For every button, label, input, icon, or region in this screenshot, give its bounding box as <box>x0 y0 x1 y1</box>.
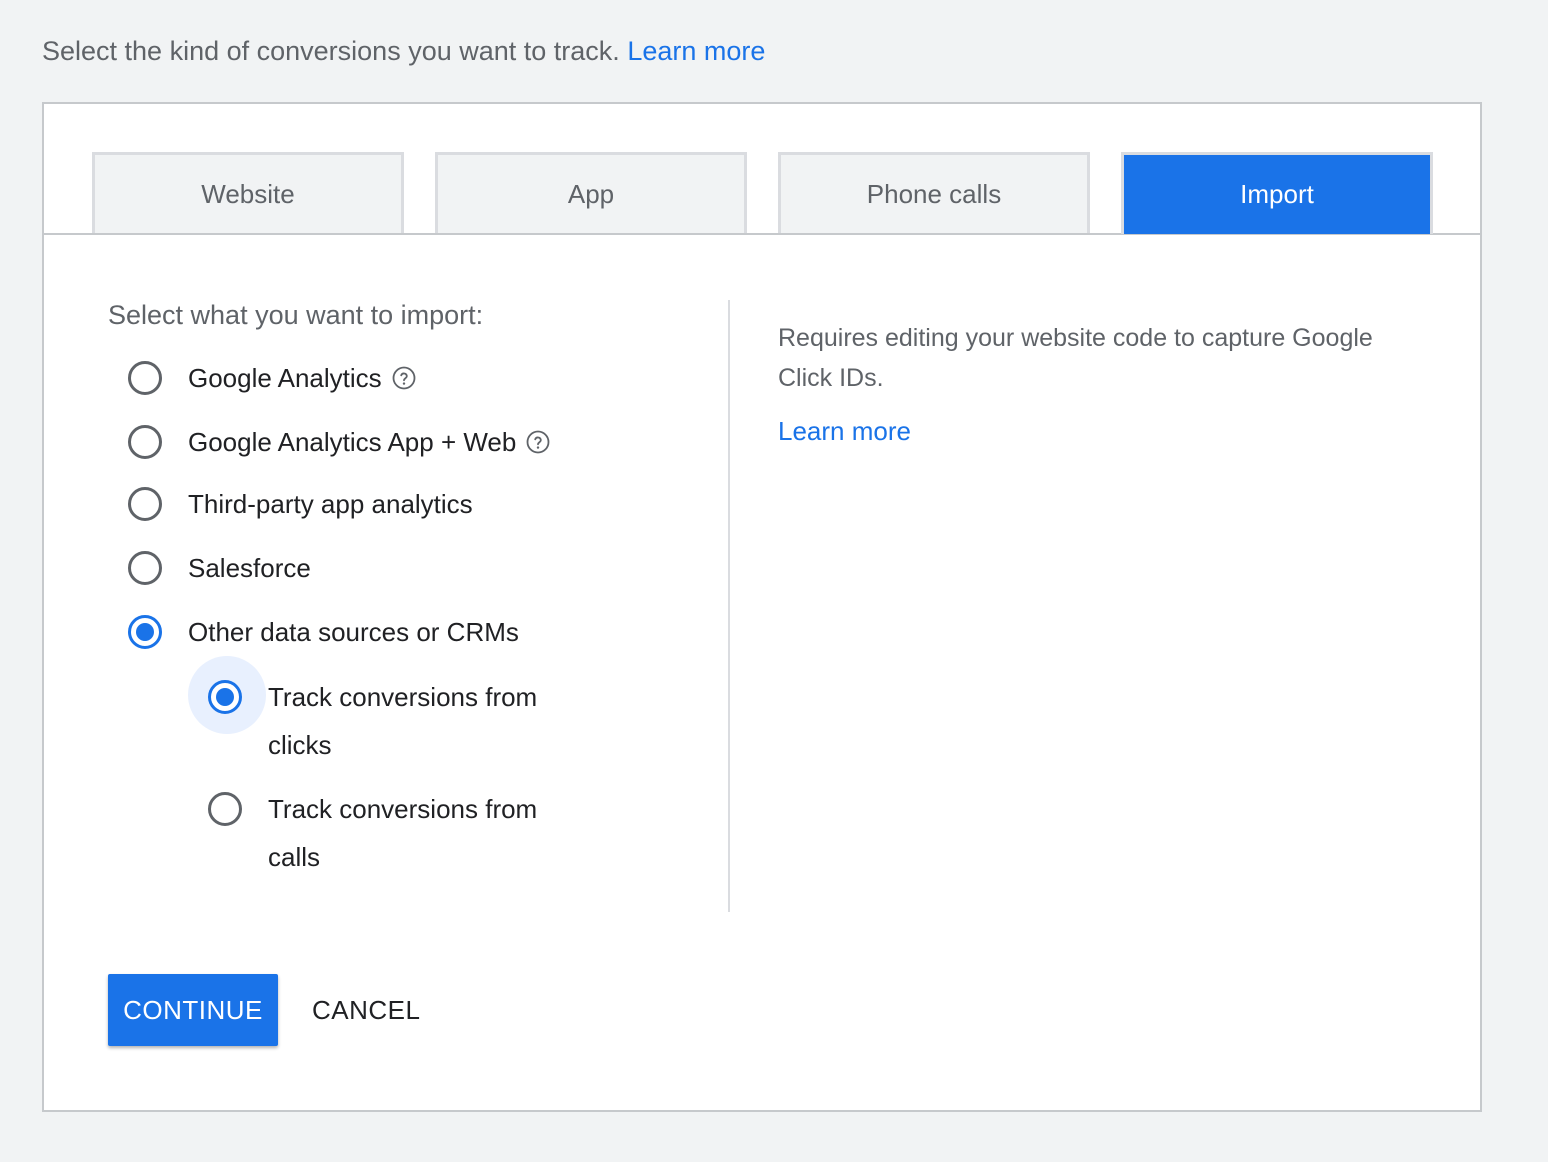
tab-import[interactable]: Import <box>1121 152 1433 234</box>
learn-more-link[interactable]: Learn more <box>627 36 765 66</box>
option-label: Third-party app analytics <box>188 488 473 519</box>
help-circle-icon[interactable] <box>392 366 416 390</box>
column-divider <box>728 300 730 912</box>
description-learn-more-link[interactable]: Learn more <box>778 416 911 447</box>
continue-button[interactable]: CONTINUE <box>108 974 278 1046</box>
radio-unchecked-icon[interactable] <box>128 487 162 521</box>
import-prompt: Select what you want to import: <box>108 300 484 330</box>
help-circle-icon[interactable] <box>526 430 550 454</box>
radio-unchecked-icon[interactable] <box>128 361 162 395</box>
radio-unchecked-icon[interactable] <box>208 792 242 826</box>
radio-checked-icon[interactable] <box>128 615 162 649</box>
radio-checked-icon[interactable] <box>208 680 242 714</box>
option-google-analytics-app-web[interactable]: Google Analytics App + Web <box>128 425 550 459</box>
sub-option-label: Track conversions from calls <box>268 794 538 872</box>
instruction-text: Select the kind of conversions you want … <box>42 36 620 66</box>
import-description: Requires editing your website code to ca… <box>778 324 1373 392</box>
page-instruction: Select the kind of conversions you want … <box>42 36 765 67</box>
tab-website[interactable]: Website <box>92 152 404 234</box>
radio-unchecked-icon[interactable] <box>128 425 162 459</box>
option-label: Salesforce <box>188 552 311 583</box>
conversion-type-card: Website App Phone calls Import Select wh… <box>42 102 1482 1112</box>
option-salesforce[interactable]: Salesforce <box>128 551 311 585</box>
sub-option-label: Track conversions from clicks <box>268 682 538 760</box>
sub-option-track-calls[interactable]: Track conversions from calls <box>208 785 568 881</box>
option-label: Other data sources or CRMs <box>188 616 519 647</box>
radio-unchecked-icon[interactable] <box>128 551 162 585</box>
option-label: Google Analytics App + Web <box>188 426 517 457</box>
option-other-data-sources[interactable]: Other data sources or CRMs <box>128 615 519 649</box>
sub-option-track-clicks[interactable]: Track conversions from clicks <box>208 673 568 769</box>
option-label: Google Analytics <box>188 362 382 393</box>
option-google-analytics[interactable]: Google Analytics <box>128 361 416 395</box>
tab-app[interactable]: App <box>435 152 747 234</box>
tab-phone-calls[interactable]: Phone calls <box>778 152 1090 234</box>
option-third-party-app-analytics[interactable]: Third-party app analytics <box>128 487 473 521</box>
cancel-button[interactable]: CANCEL <box>306 974 426 1046</box>
import-options-panel: Select what you want to import: <box>108 300 483 331</box>
